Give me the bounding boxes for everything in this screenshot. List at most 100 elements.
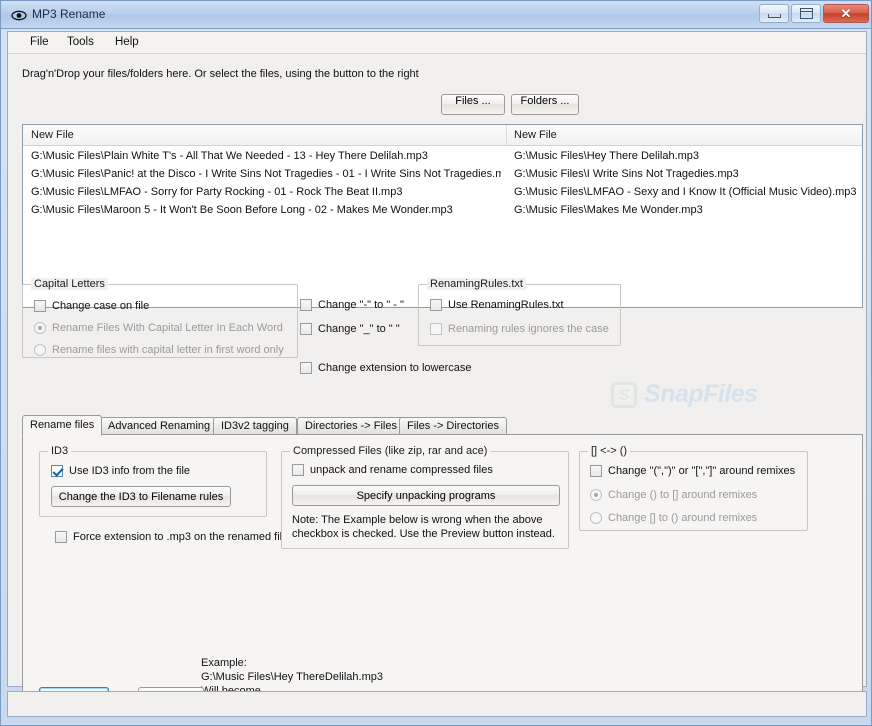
rules-ignore-case-label: Renaming rules ignores the case bbox=[448, 323, 609, 335]
tab-directories-files[interactable]: Directories -> Files bbox=[297, 417, 405, 435]
rules-ignore-case-checkbox[interactable]: Renaming rules ignores the case bbox=[430, 323, 609, 335]
renaming-rules-legend: RenamingRules.txt bbox=[427, 278, 526, 290]
change-extension-lowercase-label: Change extension to lowercase bbox=[318, 362, 472, 374]
checkbox-box bbox=[55, 531, 67, 543]
capital-letters-group: Capital Letters Change case on file Rena… bbox=[22, 278, 298, 358]
close-icon: ✕ bbox=[840, 6, 852, 21]
tab-page-rename-files: ID3 Use ID3 info from the file Change th… bbox=[22, 434, 863, 715]
radio-circle bbox=[590, 512, 602, 524]
menu-bar: File Tools Help bbox=[8, 32, 866, 54]
left-file-list[interactable]: G:\Music Files\Plain White T's - All Tha… bbox=[31, 147, 501, 219]
menu-item-tools[interactable]: Tools bbox=[63, 36, 98, 48]
list-header-bar: New File New File bbox=[23, 125, 862, 146]
radio-circle bbox=[590, 489, 602, 501]
radio-square-to-paren-label: Change [] to () around remixes bbox=[608, 512, 758, 524]
use-renaming-rules-checkbox[interactable]: Use RenamingRules.txt bbox=[430, 299, 564, 311]
title-bar: MP3 Rename ✕ bbox=[1, 1, 871, 29]
list-item[interactable]: G:\Music Files\I Write Sins Not Tragedie… bbox=[514, 165, 859, 183]
close-button[interactable]: ✕ bbox=[823, 4, 869, 23]
example-line-2: G:\Music Files\Hey ThereDelilah.mp3 bbox=[201, 671, 383, 683]
radio-paren-to-square-label: Change () to [] around remixes bbox=[608, 489, 758, 501]
compressed-note-line1: Note: The Example below is wrong when th… bbox=[292, 514, 543, 526]
checkbox-box bbox=[34, 300, 46, 312]
radio-circle bbox=[34, 322, 46, 334]
change-dash-label: Change "-" to " - " bbox=[318, 299, 404, 311]
maximize-button[interactable] bbox=[791, 4, 821, 23]
change-dash-checkbox[interactable]: Change "-" to " - " bbox=[300, 299, 404, 311]
window-controls: ✕ bbox=[757, 4, 869, 23]
radio-capital-each-word-label: Rename Files With Capital Letter In Each… bbox=[52, 322, 283, 334]
radio-capital-each-word[interactable]: Rename Files With Capital Letter In Each… bbox=[34, 322, 283, 334]
use-id3-info-label: Use ID3 info from the file bbox=[69, 465, 191, 477]
tab-strip: Rename files Advanced Renaming ID3v2 tag… bbox=[22, 415, 863, 436]
change-brackets-label: Change "(",")" or "[","]" around remixes bbox=[608, 465, 796, 477]
status-bar bbox=[7, 691, 867, 717]
checkbox-box bbox=[292, 464, 304, 476]
list-item[interactable]: G:\Music Files\Hey There Delilah.mp3 bbox=[514, 147, 859, 165]
snapfiles-watermark: SnapFiles bbox=[644, 380, 758, 408]
force-extension-label: Force extension to .mp3 on the renamed f… bbox=[73, 531, 289, 543]
capital-letters-legend: Capital Letters bbox=[31, 278, 108, 290]
checkbox-box bbox=[590, 465, 602, 477]
force-extension-checkbox[interactable]: Force extension to .mp3 on the renamed f… bbox=[55, 531, 288, 543]
change-case-label: Change case on file bbox=[52, 300, 150, 312]
right-column-header[interactable]: New File bbox=[514, 129, 557, 141]
unpack-compressed-label: unpack and rename compressed files bbox=[310, 464, 493, 476]
change-case-checkbox[interactable]: Change case on file bbox=[34, 300, 149, 312]
tab-files-directories[interactable]: Files -> Directories bbox=[399, 417, 507, 435]
checkbox-box bbox=[300, 323, 312, 335]
radio-capital-first-word[interactable]: Rename files with capital letter in firs… bbox=[34, 344, 284, 356]
tab-rename-files[interactable]: Rename files bbox=[22, 415, 103, 436]
files-button[interactable]: Files ... bbox=[441, 94, 505, 115]
menu-item-file[interactable]: File bbox=[26, 36, 53, 48]
snapfiles-logo-icon: S bbox=[611, 382, 637, 408]
list-item[interactable]: G:\Music Files\LMFAO - Sorry for Party R… bbox=[31, 183, 501, 201]
checkbox-box bbox=[430, 323, 442, 335]
radio-capital-first-word-label: Rename files with capital letter in firs… bbox=[52, 344, 284, 356]
example-line-1: Example: bbox=[201, 657, 247, 669]
list-item[interactable]: G:\Music Files\Maroon 5 - It Won't Be So… bbox=[31, 201, 501, 219]
tab-id3v2-tagging[interactable]: ID3v2 tagging bbox=[213, 417, 297, 435]
renaming-rules-group: RenamingRules.txt Use RenamingRules.txt … bbox=[418, 278, 621, 346]
list-item[interactable]: G:\Music Files\Plain White T's - All Tha… bbox=[31, 147, 501, 165]
radio-square-to-paren[interactable]: Change [] to () around remixes bbox=[590, 512, 757, 524]
maximize-icon bbox=[799, 8, 813, 19]
id3-legend: ID3 bbox=[48, 445, 72, 457]
change-brackets-checkbox[interactable]: Change "(",")" or "[","]" around remixes bbox=[590, 465, 795, 477]
change-extension-lowercase-checkbox[interactable]: Change extension to lowercase bbox=[300, 362, 471, 374]
checkbox-box bbox=[430, 299, 442, 311]
change-underscore-checkbox[interactable]: Change "_" to " " bbox=[300, 323, 400, 335]
window-title: MP3 Rename bbox=[32, 7, 106, 21]
dragdrop-hint: Drag'n'Drop your files/folders here. Or … bbox=[22, 68, 419, 80]
compressed-files-legend: Compressed Files (like zip, rar and ace) bbox=[290, 445, 491, 457]
use-id3-info-checkbox[interactable]: Use ID3 info from the file bbox=[51, 465, 190, 477]
left-column-header[interactable]: New File bbox=[31, 129, 74, 141]
minimize-button[interactable] bbox=[759, 4, 789, 23]
use-renaming-rules-label: Use RenamingRules.txt bbox=[448, 299, 564, 311]
checkbox-box bbox=[51, 465, 63, 477]
menu-item-help[interactable]: Help bbox=[111, 36, 143, 48]
column-divider[interactable] bbox=[506, 125, 507, 145]
compressed-files-group: Compressed Files (like zip, rar and ace)… bbox=[281, 445, 569, 549]
list-item[interactable]: G:\Music Files\Panic! at the Disco - I W… bbox=[31, 165, 501, 183]
list-item[interactable]: G:\Music Files\LMFAO - Sexy and I Know I… bbox=[514, 183, 859, 201]
mp3-rename-window: MP3 Rename ✕ File Tools Help Drag'n'Drop… bbox=[0, 0, 872, 726]
id3-group: ID3 Use ID3 info from the file Change th… bbox=[39, 445, 267, 517]
radio-circle bbox=[34, 344, 46, 356]
checkbox-box bbox=[300, 362, 312, 374]
folders-button[interactable]: Folders ... bbox=[511, 94, 579, 115]
change-id3-rules-button[interactable]: Change the ID3 to Filename rules bbox=[51, 486, 231, 507]
unpack-compressed-checkbox[interactable]: unpack and rename compressed files bbox=[292, 464, 493, 476]
list-item[interactable]: G:\Music Files\Makes Me Wonder.mp3 bbox=[514, 201, 859, 219]
brackets-group: [] <-> () Change "(",")" or "[","]" arou… bbox=[579, 445, 808, 531]
radio-paren-to-square[interactable]: Change () to [] around remixes bbox=[590, 489, 757, 501]
tab-advanced-renaming[interactable]: Advanced Renaming bbox=[100, 417, 219, 435]
minimize-icon bbox=[767, 14, 781, 18]
right-file-list[interactable]: G:\Music Files\Hey There Delilah.mp3 G:\… bbox=[514, 147, 859, 219]
change-underscore-label: Change "_" to " " bbox=[318, 323, 400, 335]
specify-unpacking-programs-button[interactable]: Specify unpacking programs bbox=[292, 485, 560, 506]
brackets-legend: [] <-> () bbox=[588, 445, 631, 457]
checkbox-box bbox=[300, 299, 312, 311]
eye-icon bbox=[11, 8, 27, 22]
compressed-note-line2: checkbox is checked. Use the Preview but… bbox=[292, 528, 555, 540]
